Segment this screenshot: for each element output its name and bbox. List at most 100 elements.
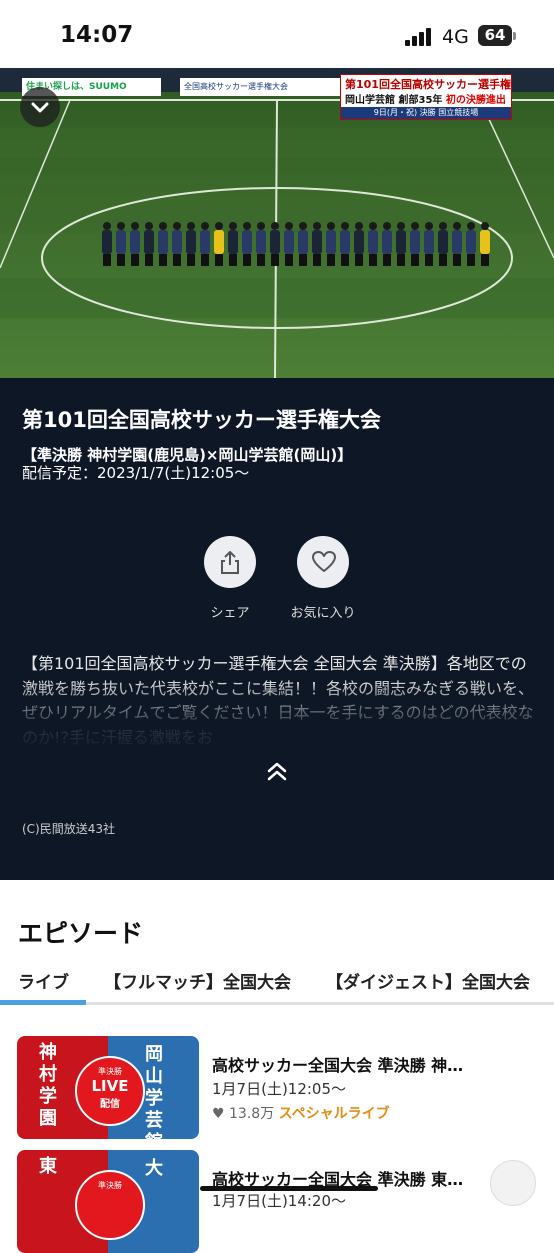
player-figure bbox=[452, 230, 462, 254]
player-legs bbox=[117, 254, 125, 266]
player-head bbox=[145, 222, 153, 230]
player-head bbox=[285, 222, 293, 230]
player-head bbox=[257, 222, 265, 230]
player-figure bbox=[480, 230, 490, 254]
episode-tag: スペシャルライブ bbox=[278, 1106, 390, 1122]
episode-title[interactable]: 高校サッカー全国大会 準決勝 神… bbox=[212, 1052, 463, 1076]
player-legs bbox=[327, 254, 335, 266]
player-legs bbox=[397, 254, 405, 266]
heart-icon-circle[interactable] bbox=[297, 536, 349, 588]
player-head bbox=[229, 222, 237, 230]
status-time: 14:07 bbox=[60, 22, 134, 48]
player-figure bbox=[200, 230, 210, 254]
player-figure bbox=[438, 230, 448, 254]
player-head bbox=[481, 222, 489, 230]
player-head bbox=[215, 222, 223, 230]
thumb-team-left: 東 bbox=[39, 1156, 57, 1177]
player-legs bbox=[355, 254, 363, 266]
chevron-double-up-icon bbox=[267, 762, 287, 781]
player-figure bbox=[382, 230, 392, 254]
tab-full-match[interactable]: 【フルマッチ】全国大会 bbox=[104, 968, 291, 993]
player-legs bbox=[369, 254, 377, 266]
player-figure bbox=[144, 230, 154, 254]
player-head bbox=[271, 222, 279, 230]
thumb-team-left: 神村学園 bbox=[39, 1042, 57, 1129]
player-figure bbox=[214, 230, 224, 254]
share-icon-circle[interactable] bbox=[204, 536, 256, 588]
player-legs bbox=[341, 254, 349, 266]
player-legs bbox=[187, 254, 195, 266]
tab-digest[interactable]: 【ダイジェスト】全国大会 bbox=[326, 968, 530, 993]
player-head bbox=[425, 222, 433, 230]
player-legs bbox=[313, 254, 321, 266]
player-figure bbox=[116, 230, 126, 254]
player-figure bbox=[102, 230, 112, 254]
ticker-info: 9日(月・祝) 決勝 国立競技場 bbox=[341, 107, 511, 119]
episodes-heading: エピソード bbox=[18, 919, 144, 948]
player-legs bbox=[257, 254, 265, 266]
player-figure bbox=[368, 230, 378, 254]
player-head bbox=[369, 222, 377, 230]
player-legs bbox=[439, 254, 447, 266]
player-legs bbox=[201, 254, 209, 266]
player-legs bbox=[271, 254, 279, 266]
episode-thumbnail[interactable]: 神村学園 岡山学芸館 準決勝 LIVE 配信 bbox=[17, 1036, 199, 1139]
tab-live[interactable]: ライブ bbox=[18, 968, 69, 993]
player-figure bbox=[326, 230, 336, 254]
player-legs bbox=[103, 254, 111, 266]
player-head bbox=[159, 222, 167, 230]
copyright-text: (C)民間放送43社 bbox=[22, 822, 116, 836]
player-figure bbox=[424, 230, 434, 254]
heart-icon bbox=[312, 551, 336, 572]
player-head bbox=[453, 222, 461, 230]
player-figure bbox=[298, 230, 308, 254]
player-head bbox=[439, 222, 447, 230]
collapse-button[interactable] bbox=[20, 87, 60, 127]
player-legs bbox=[215, 254, 223, 266]
thumb-team-right: 大 bbox=[145, 1158, 163, 1179]
player-figure bbox=[270, 230, 280, 254]
program-title: 第101回全国高校サッカー選手権大会 bbox=[22, 408, 381, 432]
expand-description-button[interactable] bbox=[263, 758, 291, 786]
favorite-button[interactable]: お気に入り bbox=[273, 536, 373, 621]
description-fade bbox=[0, 678, 554, 758]
signal-icon bbox=[405, 28, 433, 46]
ticker-title: 第101回全国高校サッカー選手権 bbox=[345, 78, 511, 91]
player-head bbox=[299, 222, 307, 230]
scroll-top-button[interactable] bbox=[490, 1160, 536, 1206]
episodes-section: エピソード ライブ 【フルマッチ】全国大会 【ダイジェスト】全国大会 神村学園 … bbox=[0, 880, 554, 1253]
network-label: 4G bbox=[442, 26, 469, 48]
share-button[interactable]: シェア bbox=[180, 536, 280, 621]
ticker-highlight: 初の決勝進出 bbox=[445, 95, 506, 106]
player-head bbox=[187, 222, 195, 230]
favorite-label: お気に入り bbox=[290, 606, 356, 621]
player-head bbox=[243, 222, 251, 230]
player-figure bbox=[396, 230, 406, 254]
player-figure bbox=[242, 230, 252, 254]
episode-date: 1月7日(土)14:20〜 bbox=[212, 1192, 347, 1210]
chevron-down-icon bbox=[31, 102, 49, 113]
share-icon bbox=[221, 551, 239, 574]
live-badge: 準決勝 bbox=[75, 1170, 145, 1240]
video-player[interactable]: 住まい探しは、SUUMO 全国高校サッカー選手権大会 第101回全国高校サッカー… bbox=[0, 68, 554, 378]
status-bar: 14:07 4G 64 bbox=[0, 0, 554, 68]
battery-icon: 64 bbox=[478, 25, 512, 46]
ticker-team: 岡山学芸館 創部35年 初の決勝進出 bbox=[345, 95, 506, 106]
player-legs bbox=[243, 254, 251, 266]
player-figure bbox=[186, 230, 196, 254]
tournament-banner: 全国高校サッカー選手権大会 bbox=[180, 78, 344, 96]
player-legs bbox=[481, 254, 489, 266]
player-figure bbox=[172, 230, 182, 254]
episode-views: 13.8万 bbox=[229, 1106, 275, 1122]
battery-tip bbox=[513, 32, 516, 40]
player-figure bbox=[466, 230, 476, 254]
player-head bbox=[383, 222, 391, 230]
player-legs bbox=[229, 254, 237, 266]
episode-thumbnail[interactable]: 東 大 準決勝 bbox=[17, 1150, 199, 1253]
player-figure bbox=[312, 230, 322, 254]
player-figure bbox=[158, 230, 168, 254]
player-figure bbox=[410, 230, 420, 254]
player-head bbox=[411, 222, 419, 230]
player-head bbox=[355, 222, 363, 230]
heart-icon: ♥ bbox=[212, 1106, 225, 1122]
